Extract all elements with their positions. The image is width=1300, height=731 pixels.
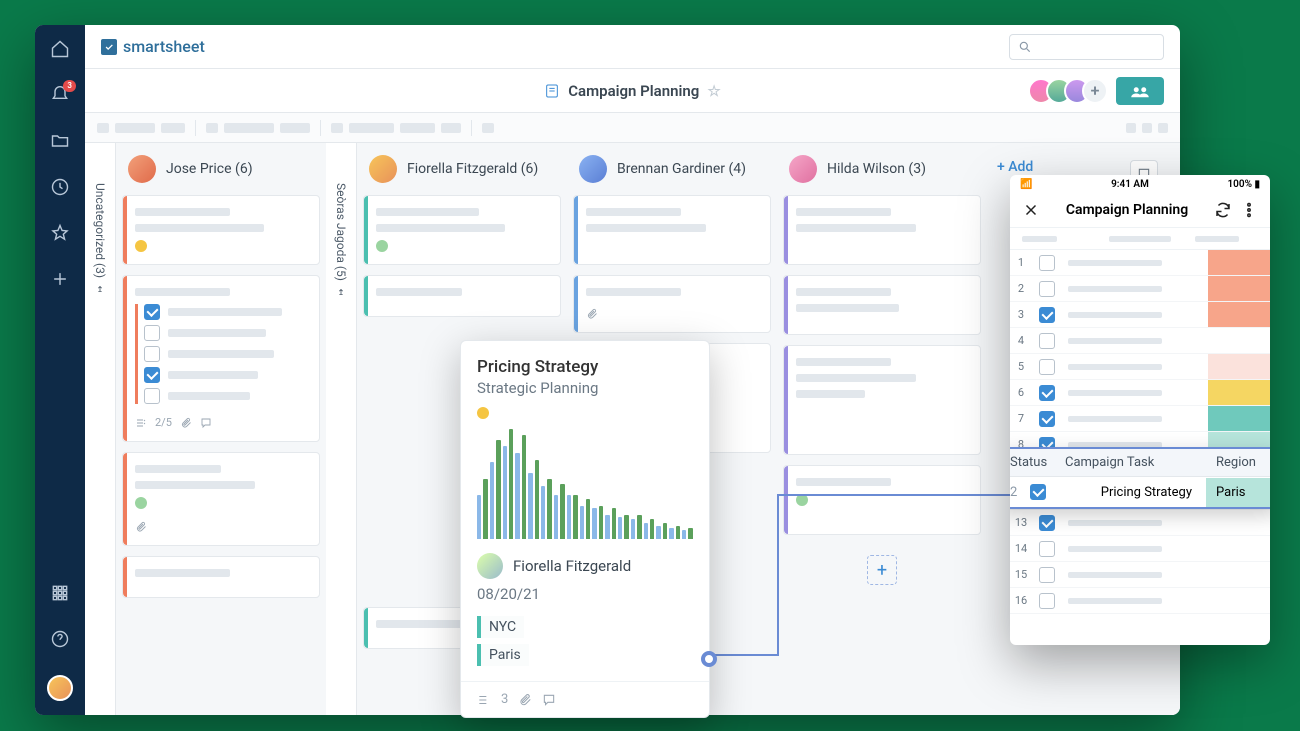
row-callout: Status Campaign Task Region 2 Pricing St…: [1010, 447, 1270, 509]
attachment-icon: [518, 693, 532, 707]
search-icon: [1018, 40, 1032, 54]
detail-subtitle: Strategic Planning: [477, 379, 693, 397]
lane-seoras[interactable]: Seòras Jagoda (5): [326, 143, 357, 715]
card[interactable]: [783, 345, 981, 455]
help-icon[interactable]: [50, 629, 70, 653]
card[interactable]: [573, 195, 771, 265]
search-input[interactable]: [1009, 34, 1164, 60]
add-card-button[interactable]: +: [867, 555, 897, 585]
checkbox[interactable]: [1030, 484, 1046, 500]
title-bar: Campaign Planning ☆ +: [85, 69, 1180, 113]
lane-uncategorized[interactable]: Uncategorized (3): [85, 143, 116, 715]
card[interactable]: [783, 195, 981, 265]
mobile-row[interactable]: 3: [1010, 302, 1270, 328]
left-nav-rail: 3: [35, 25, 85, 715]
refresh-icon[interactable]: [1214, 201, 1232, 219]
mobile-row[interactable]: 4: [1010, 328, 1270, 354]
card[interactable]: [783, 275, 981, 335]
bar-chart: [477, 429, 693, 539]
checkbox[interactable]: [144, 388, 160, 404]
mobile-row[interactable]: 14: [1010, 536, 1270, 562]
list-icon: [477, 693, 491, 707]
column-header[interactable]: Brennan Gardiner (4): [573, 143, 771, 195]
top-bar: smartsheet: [85, 25, 1180, 69]
notification-badge: 3: [63, 80, 76, 92]
card[interactable]: [573, 275, 771, 333]
card[interactable]: [783, 465, 981, 535]
page-title: Campaign Planning: [568, 82, 699, 100]
sheet-icon: [544, 83, 560, 99]
card[interactable]: 2/5: [122, 275, 320, 442]
due-date: 08/20/21: [477, 585, 693, 603]
comment-icon: [542, 693, 556, 707]
mobile-preview: 📶 9:41 AM 100% ▮ Campaign Planning 12345…: [1010, 175, 1270, 645]
user-avatar[interactable]: [47, 675, 73, 701]
attachment-icon: [586, 308, 598, 320]
checkbox[interactable]: [144, 346, 160, 362]
col-header: Status: [1010, 449, 1055, 476]
tag[interactable]: NYC: [477, 616, 524, 638]
favorites-icon[interactable]: [50, 223, 70, 247]
card[interactable]: [363, 275, 561, 317]
mobile-row[interactable]: 2: [1010, 276, 1270, 302]
mobile-column-headers: [1010, 228, 1270, 250]
tag[interactable]: Paris: [477, 644, 529, 666]
mobile-row[interactable]: 1: [1010, 250, 1270, 276]
status-dot: [477, 407, 489, 419]
add-collaborator-button[interactable]: +: [1082, 78, 1108, 104]
folder-icon[interactable]: [50, 131, 70, 155]
row-number: 2: [1010, 478, 1020, 507]
mobile-row[interactable]: 6: [1010, 380, 1270, 406]
toolbar: [85, 113, 1180, 143]
close-icon[interactable]: [1022, 201, 1040, 219]
assignee-row: Fiorella Fitzgerald: [477, 553, 693, 579]
notifications-icon[interactable]: 3: [50, 85, 70, 109]
card[interactable]: [122, 195, 320, 265]
column-header[interactable]: Fiorella Fitzgerald (6): [363, 143, 561, 195]
region-cell: Paris: [1206, 478, 1270, 507]
mobile-row[interactable]: 16: [1010, 588, 1270, 614]
card[interactable]: [363, 195, 561, 265]
checkbox[interactable]: [144, 304, 160, 320]
column-hilda: Hilda Wilson (3) +: [777, 143, 987, 715]
mobile-row[interactable]: 7: [1010, 406, 1270, 432]
add-icon[interactable]: [50, 269, 70, 293]
task-name: Pricing Strategy: [1057, 478, 1206, 507]
favorite-star-icon[interactable]: ☆: [707, 82, 720, 100]
brand-check-icon: [101, 39, 117, 55]
attachment-icon: [180, 417, 192, 429]
more-icon[interactable]: [1240, 201, 1258, 219]
attachment-icon: [135, 521, 147, 533]
card[interactable]: [122, 452, 320, 546]
mobile-title: Campaign Planning: [1048, 202, 1206, 218]
home-icon[interactable]: [50, 39, 70, 63]
mobile-row[interactable]: 5: [1010, 354, 1270, 380]
column-jose: Jose Price (6) 2/5: [116, 143, 326, 715]
detail-title: Pricing Strategy: [477, 357, 693, 377]
connector-handle[interactable]: [701, 651, 717, 667]
brand-logo[interactable]: smartsheet: [101, 37, 205, 56]
column-header[interactable]: Hilda Wilson (3): [783, 143, 981, 195]
comment-icon: [200, 417, 212, 429]
card[interactable]: [122, 556, 320, 598]
mobile-row[interactable]: 13: [1010, 510, 1270, 536]
card-detail-popup: Pricing Strategy Strategic Planning Fior…: [460, 340, 710, 718]
apps-icon[interactable]: [50, 583, 70, 607]
column-header[interactable]: Jose Price (6): [122, 143, 320, 195]
mobile-row[interactable]: 15: [1010, 562, 1270, 588]
share-button[interactable]: [1116, 77, 1164, 105]
signal-icon: 📶: [1020, 179, 1032, 190]
collaborator-avatars[interactable]: +: [1028, 78, 1108, 104]
recent-icon[interactable]: [50, 177, 70, 201]
avatar: [477, 553, 503, 579]
col-header: Region: [1206, 449, 1270, 476]
col-header: Campaign Task: [1055, 449, 1206, 476]
tags: NYC Paris: [477, 613, 693, 669]
checklist-icon: [135, 417, 147, 429]
mobile-status-bar: 📶 9:41 AM 100% ▮: [1010, 175, 1270, 193]
checklist: [135, 304, 307, 404]
checkbox[interactable]: [144, 325, 160, 341]
checkbox[interactable]: [144, 367, 160, 383]
